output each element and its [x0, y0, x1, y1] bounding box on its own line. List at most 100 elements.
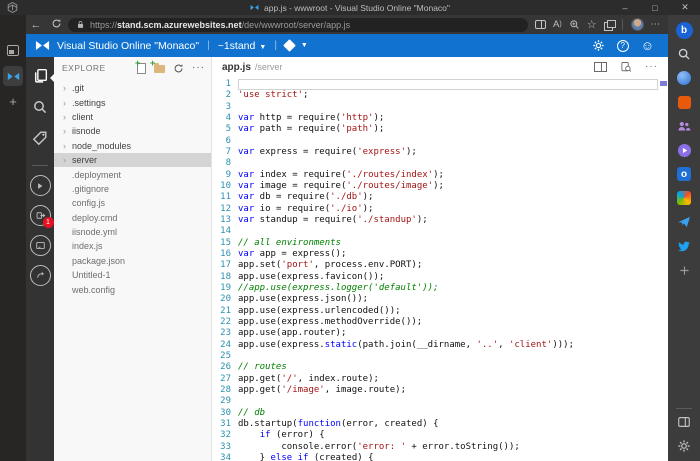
code-line[interactable]: 3: [212, 102, 668, 113]
code-line[interactable]: 20app.use(express.json());: [212, 294, 668, 305]
search-icon[interactable]: [675, 45, 693, 63]
active-tab-favicon[interactable]: [3, 66, 23, 86]
tree-folder-.settings[interactable]: ›.settings: [54, 95, 211, 109]
code-line[interactable]: 18app.use(express.favicon());: [212, 272, 668, 283]
tree-file-.deployment[interactable]: .deployment: [54, 167, 211, 181]
favorites-icon[interactable]: ☆: [587, 18, 597, 31]
tree-file-iisnode.yml[interactable]: iisnode.yml: [54, 225, 211, 239]
code-line[interactable]: 2'use strict';: [212, 90, 668, 101]
code-line[interactable]: 8: [212, 158, 668, 169]
new-file-icon[interactable]: [137, 63, 146, 74]
editor-more-icon[interactable]: ···: [645, 65, 658, 69]
code-line[interactable]: 23app.use(app.router);: [212, 328, 668, 339]
code-line[interactable]: 10var image = require('./routes/image');: [212, 181, 668, 192]
settings-icon[interactable]: [675, 437, 693, 455]
run-activity-icon[interactable]: [30, 175, 51, 196]
tree-file-Untitled-1[interactable]: Untitled-1: [54, 268, 211, 282]
open-site-activity-icon[interactable]: [30, 265, 51, 286]
tree-file-deploy.cmd[interactable]: deploy.cmd: [54, 211, 211, 225]
deploy-activity-icon[interactable]: 1: [30, 205, 51, 226]
explorer-more-icon[interactable]: ···: [192, 66, 205, 70]
tree-folder-.git[interactable]: ›.git: [54, 81, 211, 95]
tree-folder-client[interactable]: ›client: [54, 110, 211, 124]
outlook-icon[interactable]: o: [675, 165, 693, 183]
tab-actions-icon[interactable]: [7, 45, 19, 56]
code-line[interactable]: 26// routes: [212, 362, 668, 373]
add-sidebar-icon[interactable]: [675, 261, 693, 279]
code-line[interactable]: 34 } else if (created) {: [212, 453, 668, 461]
code-line[interactable]: 14: [212, 226, 668, 237]
twitter-icon[interactable]: [675, 237, 693, 255]
close-button[interactable]: ✕: [670, 0, 700, 15]
split-screen-icon[interactable]: [535, 20, 546, 29]
split-editor-icon[interactable]: [594, 62, 607, 72]
tree-folder-iisnode[interactable]: ›iisnode: [54, 124, 211, 138]
maximize-button[interactable]: □: [640, 0, 670, 15]
minimize-button[interactable]: –: [610, 0, 640, 15]
code-line[interactable]: 28app.get('/image', image.route);: [212, 385, 668, 396]
code-line[interactable]: 29: [212, 396, 668, 407]
git-tag-activity-icon[interactable]: [32, 130, 48, 151]
code-line[interactable]: 5var path = require('path');: [212, 124, 668, 135]
deployment-dropdown[interactable]: ▼: [285, 41, 308, 50]
tree-file-config.js[interactable]: config.js: [54, 196, 211, 210]
code-line[interactable]: 22app.use(express.methodOverride());: [212, 317, 668, 328]
code-line[interactable]: 1: [212, 79, 668, 90]
code-line[interactable]: 31db.startup(function(error, created) {: [212, 419, 668, 430]
code-line[interactable]: 12var io = require('./io');: [212, 204, 668, 215]
tree-file-index.js[interactable]: index.js: [54, 239, 211, 253]
zoom-icon[interactable]: [569, 19, 580, 30]
people-icon[interactable]: [675, 117, 693, 135]
code-line[interactable]: 25: [212, 351, 668, 362]
code-line[interactable]: 33 console.error('error: ' + error.toStr…: [212, 442, 668, 453]
refresh-button[interactable]: [46, 18, 66, 32]
code-line[interactable]: 6: [212, 136, 668, 147]
read-aloud-icon[interactable]: A): [553, 19, 562, 30]
settings-gear-icon[interactable]: [592, 39, 605, 52]
drop-icon[interactable]: [675, 69, 693, 87]
tree-file-package.json[interactable]: package.json: [54, 254, 211, 268]
code-line[interactable]: 27app.get('/', index.route);: [212, 374, 668, 385]
profile-avatar[interactable]: [631, 18, 644, 31]
code-line[interactable]: 15// all environments: [212, 238, 668, 249]
sidebar-toggle-icon[interactable]: [675, 413, 693, 431]
help-icon[interactable]: ?: [617, 40, 629, 52]
code-line[interactable]: 17app.set('port', process.env.PORT);: [212, 260, 668, 271]
code-line[interactable]: 30// db: [212, 408, 668, 419]
refresh-explorer-icon[interactable]: [173, 63, 184, 74]
search-activity-icon[interactable]: [32, 99, 48, 120]
feedback-smiley-icon[interactable]: ☺: [641, 39, 654, 52]
new-folder-icon[interactable]: [154, 65, 165, 73]
feed-icon[interactable]: [675, 189, 693, 207]
console-activity-icon[interactable]: [30, 235, 51, 256]
workspace-dropdown[interactable]: ~1stand▼: [218, 40, 267, 52]
messenger-icon[interactable]: [675, 213, 693, 231]
tree-folder-server[interactable]: ›server: [54, 153, 211, 167]
code-line[interactable]: 19//app.use(express.logger('default'));: [212, 283, 668, 294]
code-line[interactable]: 16var app = express();: [212, 249, 668, 260]
code-line[interactable]: 13var standup = require('./standup');: [212, 215, 668, 226]
tree-file-web.config[interactable]: web.config: [54, 282, 211, 296]
collections-icon[interactable]: [604, 20, 614, 29]
new-tab-button[interactable]: +: [9, 94, 17, 109]
address-bar[interactable]: https://stand.scm.azurewebsites.net/dev/…: [68, 18, 528, 32]
games-icon[interactable]: [675, 141, 693, 159]
chevron-right-icon: ›: [63, 112, 72, 122]
back-button[interactable]: ←: [26, 19, 46, 31]
code-line[interactable]: 32 if (error) {: [212, 430, 668, 441]
bing-chat-icon[interactable]: b: [675, 21, 693, 39]
code-line[interactable]: 21app.use(express.urlencoded());: [212, 306, 668, 317]
code-line[interactable]: 4var http = require('http');: [212, 113, 668, 124]
tree-folder-node_modules[interactable]: ›node_modules: [54, 139, 211, 153]
code-line[interactable]: 24app.use(express.static(path.join(__dir…: [212, 340, 668, 351]
preview-icon[interactable]: [620, 61, 632, 73]
more-menu-icon[interactable]: ⋯: [651, 19, 662, 30]
explorer-activity-icon[interactable]: [32, 67, 49, 89]
line-content: var db = require('./db');: [238, 192, 658, 203]
code-line[interactable]: 9var index = require('./routes/index');: [212, 170, 668, 181]
code-line[interactable]: 7var express = require('express');: [212, 147, 668, 158]
code-line[interactable]: 11var db = require('./db');: [212, 192, 668, 203]
tree-file-.gitignore[interactable]: .gitignore: [54, 182, 211, 196]
shopping-icon[interactable]: [675, 93, 693, 111]
code-area[interactable]: 12'use strict';34var http = require('htt…: [212, 79, 668, 461]
